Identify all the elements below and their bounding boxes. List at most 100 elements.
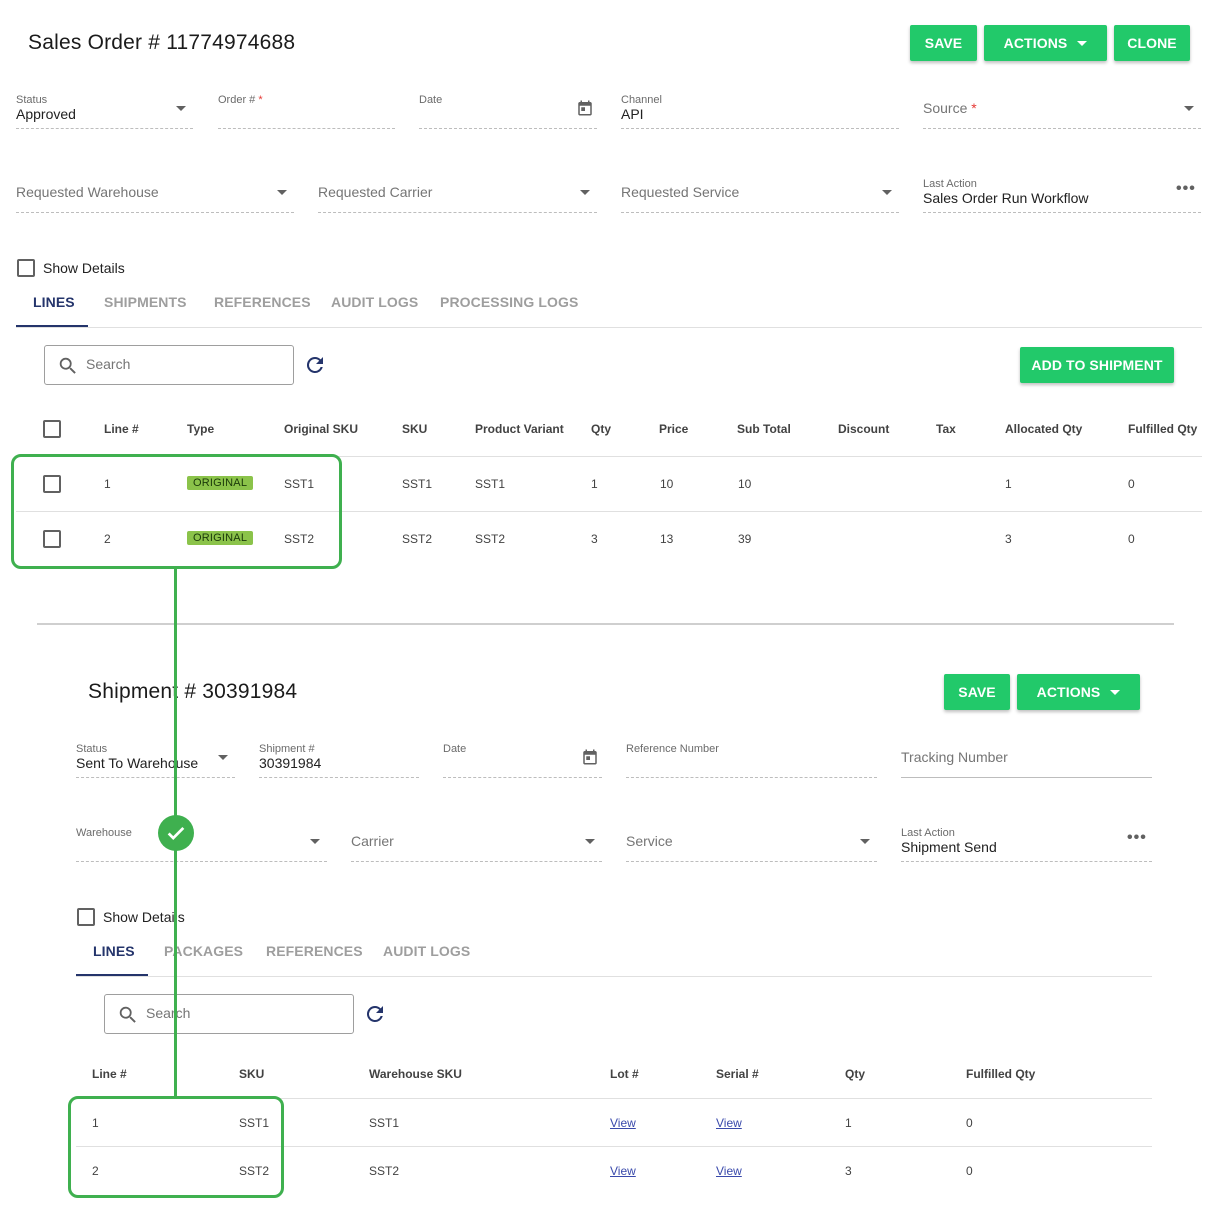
so-row-1-sku: SST1 xyxy=(402,477,433,491)
sh-reference-number-field[interactable]: Reference Number xyxy=(626,741,877,778)
sh-actions-button[interactable]: ACTIONS xyxy=(1017,674,1140,710)
so-requested-carrier-field[interactable]: Requested Carrier xyxy=(318,176,597,213)
dropdown-caret-icon xyxy=(860,839,870,844)
so-tabs-divider xyxy=(16,327,1202,328)
so-actions-button[interactable]: ACTIONS xyxy=(984,25,1107,61)
sh-row-1-serial-link[interactable]: View xyxy=(716,1116,742,1130)
search-icon xyxy=(59,357,76,374)
so-tab-shipments[interactable]: SHIPMENTS xyxy=(104,294,187,310)
sh-row-2-lot-link[interactable]: View xyxy=(610,1164,636,1178)
so-col-type[interactable]: Type xyxy=(187,422,214,436)
so-clone-button[interactable]: CLONE xyxy=(1114,25,1190,61)
more-horiz-icon[interactable]: ••• xyxy=(1176,180,1196,198)
so-status-label: Status xyxy=(16,94,48,106)
calendar-icon[interactable] xyxy=(581,748,599,766)
sh-tracking-number-placeholder: Tracking Number xyxy=(901,749,1008,765)
so-tab-processing-logs[interactable]: PROCESSING LOGS xyxy=(440,294,578,310)
so-channel-field[interactable]: Channel API xyxy=(621,92,899,129)
refresh-icon[interactable] xyxy=(303,353,327,377)
so-tab-references[interactable]: REFERENCES xyxy=(214,294,311,310)
sh-tab-references[interactable]: REFERENCES xyxy=(266,943,363,959)
so-col-line[interactable]: Line # xyxy=(104,422,139,436)
so-order-number-field[interactable]: Order # * xyxy=(218,92,395,129)
sh-status-field[interactable]: Status Sent To Warehouse xyxy=(76,741,235,778)
more-horiz-icon[interactable]: ••• xyxy=(1127,829,1147,847)
so-requested-warehouse-placeholder: Requested Warehouse xyxy=(16,184,159,200)
sh-shipment-number-value: 30391984 xyxy=(259,755,322,771)
so-search-input[interactable]: Search xyxy=(44,345,294,385)
so-col-discount[interactable]: Discount xyxy=(838,422,889,436)
so-col-qty[interactable]: Qty xyxy=(591,422,611,436)
so-show-details-checkbox[interactable] xyxy=(17,259,35,277)
so-select-all-checkbox[interactable] xyxy=(43,420,61,438)
sh-show-details-checkbox[interactable] xyxy=(77,908,95,926)
so-source-placeholder: Source * xyxy=(923,100,977,116)
sh-row-1-warehouse-sku: SST1 xyxy=(369,1116,400,1130)
sh-save-button[interactable]: SAVE xyxy=(944,674,1010,710)
so-date-field[interactable]: Date xyxy=(419,92,597,129)
so-tab-indicator xyxy=(16,325,88,327)
sh-row-2-serial-link[interactable]: View xyxy=(716,1164,742,1178)
sh-warehouse-field[interactable]: Warehouse xyxy=(76,825,327,862)
sh-col-lot[interactable]: Lot # xyxy=(610,1067,639,1081)
refresh-icon[interactable] xyxy=(363,1002,387,1026)
sh-search-input[interactable]: Search xyxy=(104,994,354,1034)
so-source-field[interactable]: Source * xyxy=(923,92,1201,129)
sales-order-title: Sales Order # 11774974688 xyxy=(28,31,296,54)
dropdown-caret-icon xyxy=(176,106,186,111)
calendar-icon[interactable] xyxy=(576,99,594,117)
sh-last-action-value: Shipment Send xyxy=(901,839,997,855)
so-col-subtotal[interactable]: Sub Total xyxy=(737,422,791,436)
sh-col-qty[interactable]: Qty xyxy=(845,1067,865,1081)
dropdown-caret-icon xyxy=(310,839,320,844)
sh-shipment-number-field[interactable]: Shipment # 30391984 xyxy=(259,741,419,778)
so-requested-service-field[interactable]: Requested Service xyxy=(621,176,899,213)
sh-tabs-divider xyxy=(76,976,1152,977)
sh-row-1-lot-link[interactable]: View xyxy=(610,1116,636,1130)
so-col-original-sku[interactable]: Original SKU xyxy=(284,422,358,436)
sh-col-serial[interactable]: Serial # xyxy=(716,1067,759,1081)
so-requested-warehouse-field[interactable]: Requested Warehouse xyxy=(16,176,294,213)
so-row-1-qty: 1 xyxy=(591,477,598,491)
sh-shipment-number-label: Shipment # xyxy=(259,743,315,755)
shipment-title: Shipment # 30391984 xyxy=(88,680,298,703)
so-status-value: Approved xyxy=(16,106,76,122)
so-tab-audit-logs[interactable]: AUDIT LOGS xyxy=(331,294,418,310)
so-col-product-variant[interactable]: Product Variant xyxy=(475,422,564,436)
so-save-label: SAVE xyxy=(924,35,963,51)
dropdown-caret-icon xyxy=(580,190,590,195)
sh-col-fulfilled-qty[interactable]: Fulfilled Qty xyxy=(966,1067,1035,1081)
so-order-number-label: Order # * xyxy=(218,94,263,106)
sh-tracking-number-field[interactable]: Tracking Number xyxy=(901,741,1152,778)
so-row-2-fulfilled: 0 xyxy=(1128,532,1135,546)
sh-tab-audit-logs[interactable]: AUDIT LOGS xyxy=(383,943,470,959)
so-tab-lines[interactable]: LINES xyxy=(33,294,75,310)
so-channel-label: Channel xyxy=(621,94,662,106)
sh-carrier-field[interactable]: Carrier xyxy=(351,825,602,862)
so-row-2-subtotal: 39 xyxy=(738,532,752,546)
so-save-button[interactable]: SAVE xyxy=(910,25,977,61)
so-col-sku[interactable]: SKU xyxy=(402,422,427,436)
so-last-action-label: Last Action xyxy=(923,178,977,190)
sh-service-field[interactable]: Service xyxy=(626,825,877,862)
sh-tab-lines[interactable]: LINES xyxy=(93,943,135,959)
so-status-field[interactable]: Status Approved xyxy=(16,92,193,129)
sh-tab-indicator xyxy=(76,974,148,976)
so-col-allocated-qty[interactable]: Allocated Qty xyxy=(1005,422,1082,436)
add-to-shipment-button[interactable]: ADD TO SHIPMENT xyxy=(1020,347,1174,383)
so-col-tax[interactable]: Tax xyxy=(936,422,956,436)
so-row-1-variant: SST1 xyxy=(475,477,506,491)
so-row-1-price: 10 xyxy=(660,477,674,491)
so-col-price[interactable]: Price xyxy=(659,422,688,436)
sh-search-placeholder: Search xyxy=(146,1005,191,1021)
sh-col-line[interactable]: Line # xyxy=(92,1067,127,1081)
so-col-fulfilled-qty[interactable]: Fulfilled Qty xyxy=(1128,422,1197,436)
so-search-placeholder: Search xyxy=(86,356,131,372)
sh-status-label: Status xyxy=(76,743,108,755)
sh-col-warehouse-sku[interactable]: Warehouse SKU xyxy=(369,1067,462,1081)
sh-reference-number-label: Reference Number xyxy=(626,743,719,755)
checkmark-icon xyxy=(158,815,194,851)
sh-col-sku[interactable]: SKU xyxy=(239,1067,264,1081)
so-row-2-variant: SST2 xyxy=(475,532,506,546)
sh-date-field[interactable]: Date xyxy=(443,741,602,778)
